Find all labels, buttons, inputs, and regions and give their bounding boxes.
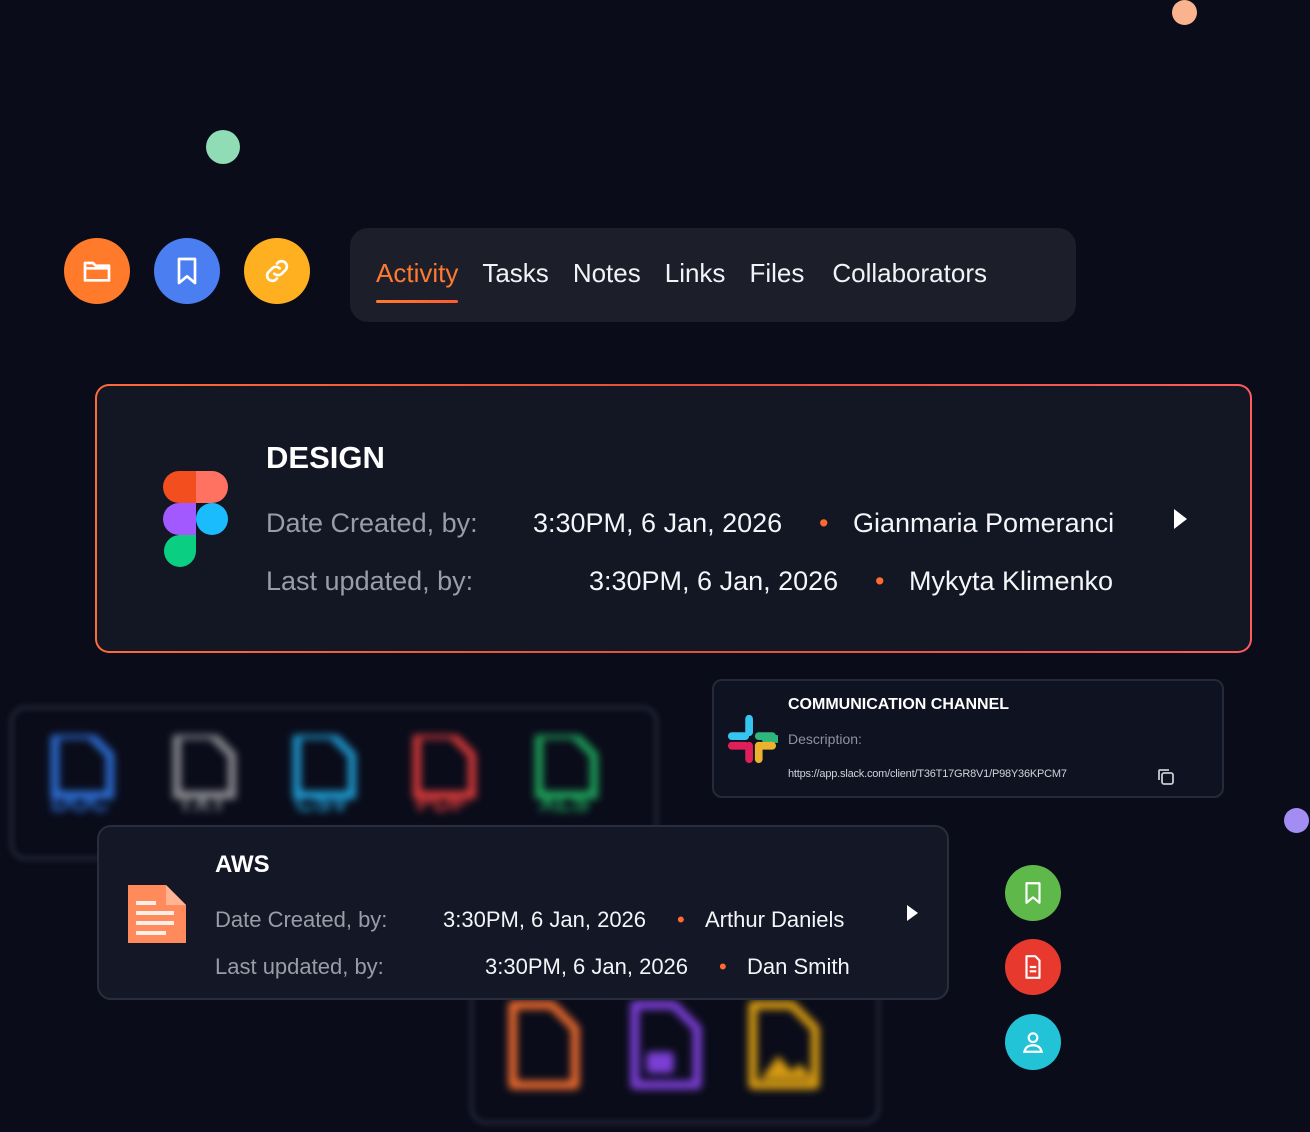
comm-title: COMMUNICATION CHANNEL [788, 696, 1010, 713]
side-bookmark-button[interactable] [1005, 865, 1061, 921]
tab-notes[interactable]: Notes [573, 258, 641, 293]
comm-description-label: Description: [788, 731, 862, 747]
aws-created-bullet: • [677, 907, 685, 932]
aws-title: AWS [215, 851, 270, 878]
file-types-row: DOC TXT CSV PDF XLS [40, 735, 620, 825]
chevron-right-icon[interactable] [1174, 509, 1187, 529]
comm-url[interactable]: https://app.slack.com/client/T36T17GR8V1… [788, 768, 1067, 780]
xls-file-icon: XLS [535, 735, 598, 815]
created-time: 3:30PM, 6 Jan, 2026 [533, 508, 783, 538]
aws-card[interactable]: AWS Date Created, by: 3:30PM, 6 Jan, 202… [97, 825, 949, 1000]
aws-created-label: Date Created, by: [215, 907, 388, 932]
link-button[interactable] [244, 238, 310, 304]
svg-text:PDF: PDF [416, 787, 468, 815]
tab-files[interactable]: Files [749, 258, 804, 293]
svg-text:TXT: TXT [177, 787, 226, 815]
communication-channel-card[interactable]: COMMUNICATION CHANNEL Description: https… [712, 679, 1224, 798]
decor-dot-peach [1172, 0, 1197, 25]
csv-file-icon: CSV [293, 735, 356, 815]
side-document-button[interactable] [1005, 939, 1061, 995]
tab-collaborators[interactable]: Collaborators [832, 258, 987, 293]
design-card[interactable]: DESIGN Date Created, by: 3:30PM, 6 Jan, … [95, 384, 1252, 653]
design-title: DESIGN [266, 440, 385, 475]
folder-button[interactable] [64, 238, 130, 304]
media-types-row [505, 1000, 835, 1095]
bookmark-button[interactable] [154, 238, 220, 304]
aws-updated-label: Last updated, by: [215, 954, 384, 979]
updated-by: Mykyta Klimenko [909, 566, 1114, 596]
image-file-icon [748, 1000, 820, 1090]
aws-created-time: 3:30PM, 6 Jan, 2026 [443, 907, 647, 932]
created-bullet: • [819, 508, 829, 538]
doc-file-icon: DOC [51, 735, 114, 815]
pdf-file-icon: PDF [413, 735, 476, 815]
tab-links[interactable]: Links [665, 258, 726, 293]
bookmark-icon [177, 257, 197, 285]
aws-updated-by: Dan Smith [747, 954, 850, 979]
file-icon [508, 1000, 580, 1090]
copy-icon[interactable] [1156, 767, 1176, 787]
folder-icon [83, 261, 111, 282]
updated-bullet: • [875, 566, 885, 596]
updated-label: Last updated, by: [266, 566, 474, 596]
tab-bar: Activity Tasks Notes Links Files Collabo… [350, 228, 1076, 322]
aws-created-by: Arthur Daniels [705, 907, 845, 932]
updated-time: 3:30PM, 6 Jan, 2026 [589, 566, 839, 596]
link-icon [265, 259, 289, 283]
created-by: Gianmaria Pomeranci [853, 508, 1115, 538]
user-icon [1022, 1032, 1044, 1053]
figma-icon [163, 471, 228, 567]
svg-text:DOC: DOC [51, 787, 109, 815]
svg-text:CSV: CSV [295, 787, 349, 815]
document-icon [128, 885, 186, 943]
document-icon [1025, 955, 1041, 979]
tab-activity[interactable]: Activity [376, 258, 459, 303]
aws-updated-bullet: • [719, 954, 727, 979]
aws-updated-time: 3:30PM, 6 Jan, 2026 [485, 954, 689, 979]
slack-icon [727, 714, 778, 764]
created-label: Date Created, by: [266, 508, 478, 538]
txt-file-icon: TXT [173, 735, 236, 815]
decor-dot-purple [1284, 808, 1309, 833]
video-file-icon [630, 1000, 702, 1090]
tab-tasks[interactable]: Tasks [482, 258, 548, 293]
svg-text:XLS: XLS [539, 787, 590, 815]
side-user-button[interactable] [1005, 1014, 1061, 1070]
decor-dot-green [206, 130, 240, 164]
chevron-right-icon[interactable] [907, 905, 918, 921]
bookmark-icon [1025, 882, 1041, 904]
